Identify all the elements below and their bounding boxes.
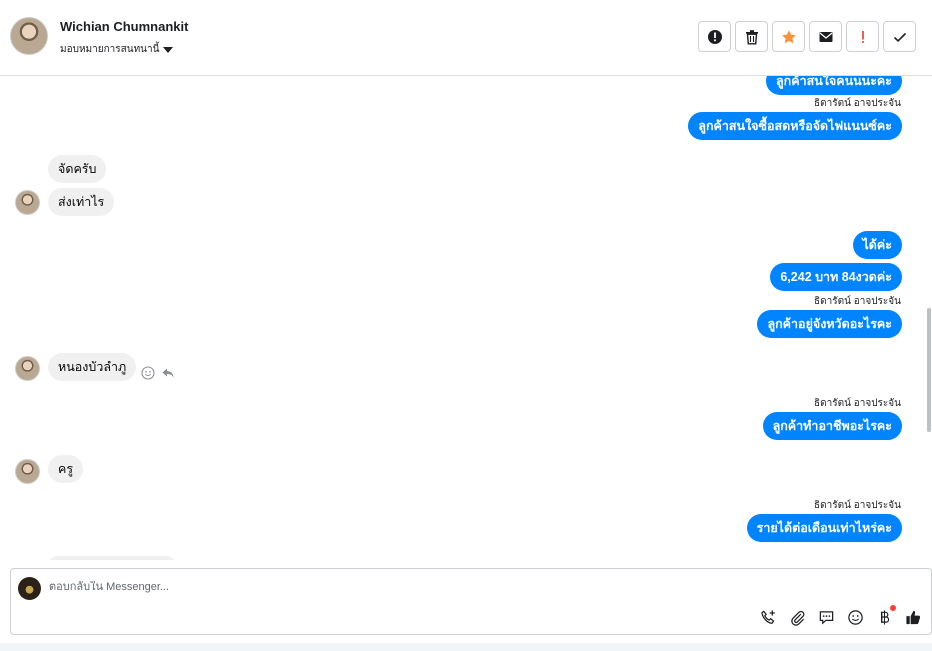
outgoing-message[interactable]: ลูกค้าสนใจซื้อสดหรือจัดไฟแนนซ์คะ bbox=[688, 112, 902, 140]
like-button[interactable] bbox=[904, 608, 923, 627]
message-hover-tools bbox=[141, 366, 175, 380]
reply-input[interactable] bbox=[49, 581, 749, 593]
sender-name: ธิดารัตน์ อาจประจัน bbox=[814, 398, 901, 409]
incoming-message-partial bbox=[48, 556, 176, 560]
paperclip-icon bbox=[791, 610, 805, 626]
checkmark-icon bbox=[893, 32, 906, 42]
star-button[interactable] bbox=[772, 21, 805, 52]
reply-icon[interactable] bbox=[161, 366, 175, 380]
saved-replies-button[interactable] bbox=[817, 608, 836, 627]
spam-button[interactable] bbox=[698, 21, 731, 52]
outgoing-message[interactable]: 6,242 บาท 84งวดค่ะ bbox=[770, 263, 902, 291]
emoji-button[interactable] bbox=[846, 608, 865, 627]
phone-plus-icon bbox=[761, 610, 775, 624]
page-footer-strip bbox=[0, 643, 932, 651]
contact-message-avatar bbox=[15, 190, 40, 215]
sender-name: ธิดารัตน์ อาจประจัน bbox=[814, 296, 901, 307]
incoming-message[interactable]: หนองบัวลำภู bbox=[48, 353, 137, 381]
conversation-actions bbox=[698, 21, 916, 52]
important-button[interactable] bbox=[846, 21, 879, 52]
trash-icon bbox=[745, 29, 758, 44]
contact-name[interactable]: Wichian Chumnankit bbox=[60, 19, 188, 34]
caret-down-icon bbox=[163, 46, 174, 53]
message-thread[interactable]: ลูกค้าสนใจคนนนะคะ ธิดารัตน์ อาจประจัน ลู… bbox=[0, 76, 932, 560]
scrollbar-thumb[interactable] bbox=[927, 308, 931, 432]
call-button[interactable] bbox=[759, 608, 778, 627]
conversation-header: Wichian Chumnankit มอบหมายการสนทนานี้ bbox=[0, 0, 932, 76]
assign-label: มอบหมายการสนทนานี้ bbox=[60, 44, 160, 55]
contact-avatar[interactable] bbox=[10, 17, 48, 55]
payment-button[interactable] bbox=[875, 605, 896, 627]
exclamation-icon bbox=[861, 30, 864, 43]
alert-circle-icon bbox=[707, 29, 722, 44]
outgoing-message[interactable]: ลูกค้าทำอาชีพอะไรคะ bbox=[762, 412, 902, 440]
baht-icon bbox=[881, 610, 890, 625]
outgoing-message[interactable]: ได้ค่ะ bbox=[852, 231, 902, 259]
sender-name: ธิดารัตน์ อาจประจัน bbox=[814, 98, 901, 109]
reply-composer bbox=[10, 568, 932, 635]
sender-name: ธิดารัตน์ อาจประจัน bbox=[814, 500, 901, 511]
contact-message-avatar bbox=[15, 356, 40, 381]
page-avatar bbox=[18, 577, 41, 600]
thread-scrollbar[interactable] bbox=[926, 76, 932, 560]
notification-dot bbox=[890, 605, 896, 611]
mark-unread-button[interactable] bbox=[809, 21, 842, 52]
like-icon bbox=[906, 610, 921, 625]
incoming-message[interactable]: ครู bbox=[48, 455, 84, 483]
attach-button[interactable] bbox=[788, 608, 807, 627]
react-emoji-icon[interactable] bbox=[141, 366, 155, 380]
incoming-message[interactable]: จัดครับ bbox=[48, 155, 107, 183]
assign-conversation-dropdown[interactable]: มอบหมายการสนทนานี้ bbox=[60, 42, 174, 57]
saved-reply-icon bbox=[819, 611, 834, 625]
done-button[interactable] bbox=[883, 21, 916, 52]
incoming-message[interactable]: ส่งเท่าไร bbox=[48, 188, 115, 216]
contact-message-avatar bbox=[15, 459, 40, 484]
composer-tools bbox=[759, 605, 923, 627]
outgoing-message[interactable]: ลูกค้าอยู่จังหวัดอะไรคะ bbox=[757, 310, 902, 338]
star-icon bbox=[781, 29, 796, 43]
envelope-icon bbox=[819, 31, 832, 42]
emoji-icon bbox=[848, 610, 863, 625]
outgoing-message[interactable]: รายได้ต่อเดือนเท่าไหร่คะ bbox=[746, 514, 902, 542]
delete-button[interactable] bbox=[735, 21, 768, 52]
outgoing-message[interactable]: ลูกค้าสนใจคนนนะคะ bbox=[766, 76, 902, 95]
